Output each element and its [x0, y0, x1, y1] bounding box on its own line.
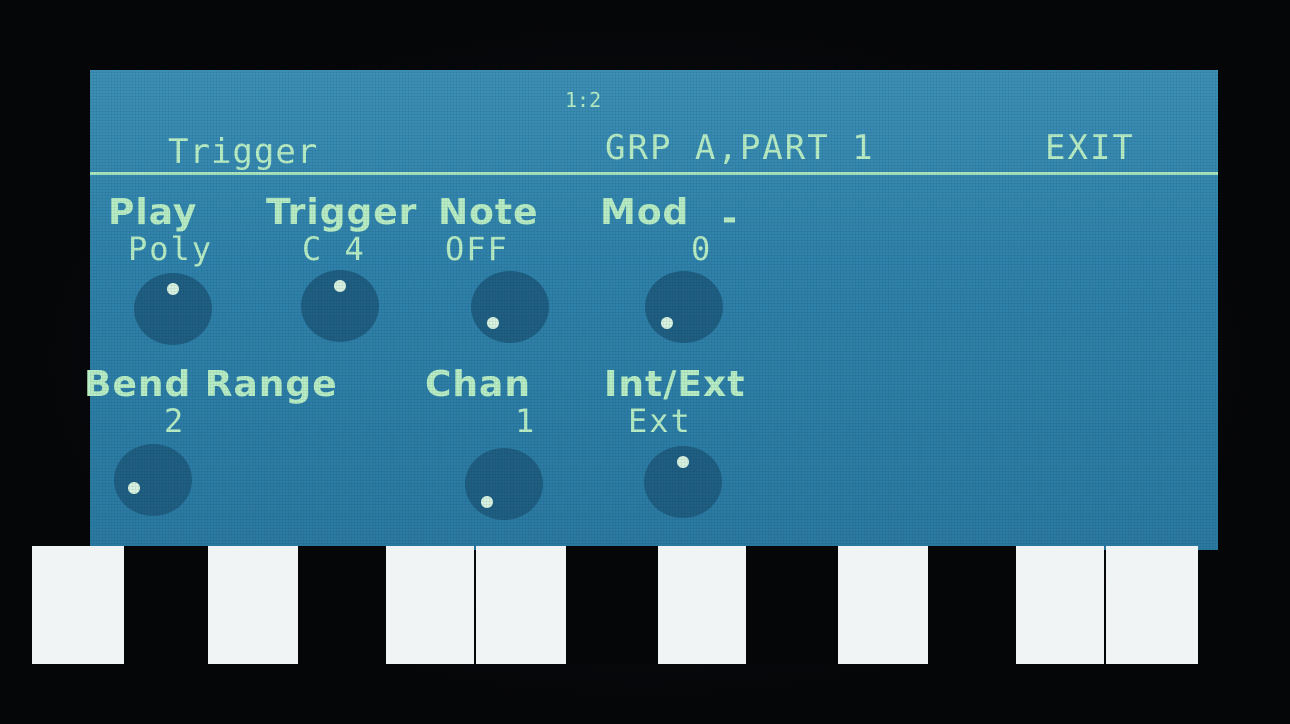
knob-indicator — [487, 317, 499, 329]
piano-key-white[interactable] — [1016, 546, 1104, 664]
knob-indicator — [661, 317, 673, 329]
param-value-chan: 1 — [515, 402, 537, 440]
piano-key-black[interactable] — [124, 546, 208, 664]
header-divider — [90, 172, 1218, 175]
knob-bend-range[interactable] — [114, 444, 192, 516]
param-label-int-ext: Int/Ext — [604, 364, 746, 405]
knob-mod[interactable] — [645, 271, 723, 343]
param-value-int-ext: Ext — [628, 402, 692, 440]
piano-key-black[interactable] — [566, 546, 658, 664]
knob-indicator — [334, 280, 346, 292]
knob-indicator — [167, 283, 179, 295]
param-label-trigger: Trigger — [266, 192, 418, 233]
piano-key-white[interactable] — [32, 546, 124, 664]
param-label-play: Play — [108, 192, 198, 233]
piano-key-white[interactable] — [838, 546, 928, 664]
piano-key-black[interactable] — [298, 546, 386, 664]
exit-button[interactable]: EXIT — [1045, 128, 1135, 168]
param-value-trigger: C 4 — [302, 230, 366, 268]
knob-trigger[interactable] — [301, 270, 379, 342]
param-label-mod: Mod — [600, 192, 690, 233]
knob-indicator — [128, 482, 140, 494]
param-label-bend-range: Bend Range — [84, 364, 338, 405]
param-label-note: Note — [438, 192, 539, 233]
group-part-label[interactable]: GRP A,PART 1 — [605, 128, 875, 168]
page-title: Trigger — [168, 132, 319, 172]
param-value-bend-range: 2 — [164, 402, 186, 440]
knob-indicator — [677, 456, 689, 468]
knob-play[interactable] — [134, 273, 212, 345]
param-label-empty: - — [722, 198, 738, 239]
knob-note[interactable] — [471, 271, 549, 343]
param-label-chan: Chan — [425, 364, 531, 405]
lcd-screen: 1:2 Trigger GRP A,PART 1 EXIT Play Poly … — [84, 70, 1218, 550]
piano-key-white[interactable] — [208, 546, 298, 664]
param-value-mod: 0 — [691, 230, 713, 268]
knob-int-ext[interactable] — [644, 446, 722, 518]
piano-key-white[interactable] — [658, 546, 746, 664]
piano-key-black[interactable] — [746, 546, 838, 664]
param-value-play: Poly — [128, 230, 214, 268]
piano-key-white[interactable] — [476, 546, 566, 664]
piano-key-white[interactable] — [1106, 546, 1198, 664]
piano-key-white[interactable] — [386, 546, 474, 664]
param-value-note: OFF — [445, 230, 509, 268]
keyboard — [32, 546, 1198, 664]
piano-key-black[interactable] — [928, 546, 1016, 664]
page-counter: 1:2 — [565, 88, 602, 112]
knob-chan[interactable] — [465, 448, 543, 520]
knob-indicator — [481, 496, 493, 508]
